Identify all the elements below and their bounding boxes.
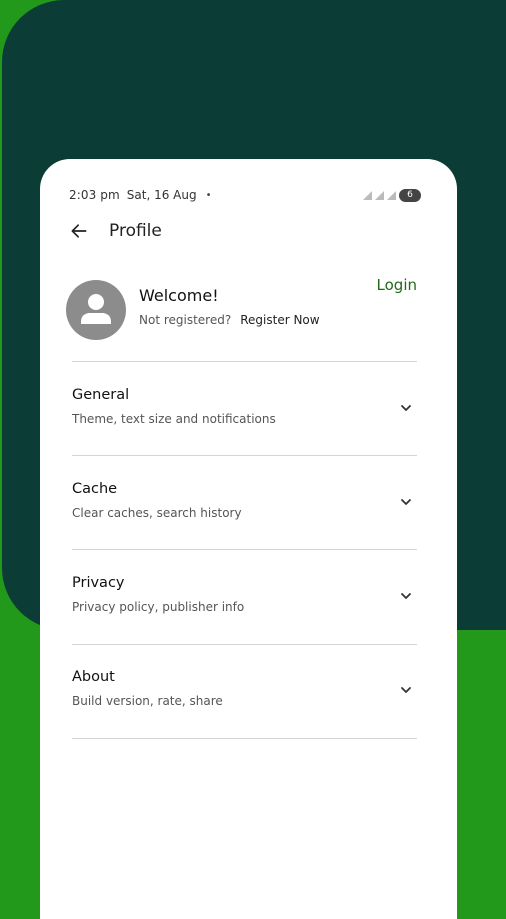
section-subtitle: Clear caches, search history [72, 506, 242, 520]
status-icons: 6 [363, 188, 421, 202]
signal-icon [375, 190, 384, 200]
login-button[interactable]: Login [377, 276, 417, 294]
status-time: 2:03 pm [69, 188, 120, 202]
divider [72, 549, 417, 550]
signal-icon [387, 190, 396, 200]
back-arrow-icon[interactable] [69, 221, 89, 241]
welcome-text: Welcome! [139, 286, 219, 305]
settings-section-privacy[interactable]: Privacy Privacy policy, publisher info [72, 575, 417, 637]
chevron-down-icon[interactable] [399, 683, 413, 697]
chevron-down-icon[interactable] [399, 495, 413, 509]
section-subtitle: Theme, text size and notifications [72, 412, 276, 426]
section-title: Privacy [72, 575, 125, 591]
register-now-link[interactable]: Register Now [240, 313, 319, 327]
section-subtitle: Build version, rate, share [72, 694, 223, 708]
section-subtitle: Privacy policy, publisher info [72, 600, 245, 614]
status-dot: • [205, 189, 212, 201]
status-bar: 2:03 pm Sat, 16 Aug • 6 [69, 187, 421, 203]
settings-section-cache[interactable]: Cache Clear caches, search history [72, 481, 417, 543]
signal-icon [363, 190, 372, 200]
divider [72, 455, 417, 456]
status-date: Sat, 16 Aug [126, 188, 197, 202]
settings-section-about[interactable]: About Build version, rate, share [72, 669, 417, 731]
section-title: Cache [72, 481, 118, 497]
chevron-down-icon[interactable] [399, 401, 413, 415]
phone-screen: 2:03 pm Sat, 16 Aug • 6 Profile Welcome! [40, 159, 457, 919]
chevron-down-icon[interactable] [399, 589, 413, 603]
person-icon [81, 294, 111, 324]
avatar [66, 280, 126, 340]
divider [72, 644, 417, 645]
registration-row: Not registered? Register Now [139, 313, 320, 327]
app-bar: Profile [69, 221, 162, 241]
page-title: Profile [109, 221, 162, 241]
section-title: General [72, 387, 130, 403]
divider [72, 361, 417, 362]
battery-icon: 6 [399, 188, 421, 202]
settings-section-general[interactable]: General Theme, text size and notificatio… [72, 387, 417, 449]
divider [72, 738, 417, 739]
section-title: About [72, 669, 115, 685]
not-registered-text: Not registered? [139, 313, 232, 327]
